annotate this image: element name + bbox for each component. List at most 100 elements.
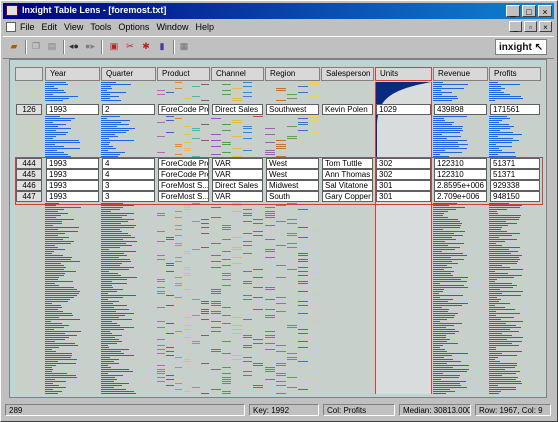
table-cell[interactable]: 4: [102, 158, 155, 169]
table-cell[interactable]: Ann Thomas: [322, 169, 373, 180]
column-salesperson[interactable]: [321, 82, 374, 394]
table-cell[interactable]: 439898: [434, 104, 487, 115]
table-cell[interactable]: Southwest: [266, 104, 319, 115]
table-cell[interactable]: South: [266, 191, 319, 202]
table-cell[interactable]: 948150: [490, 191, 540, 202]
row-index-446[interactable]: 446: [16, 180, 42, 191]
table-cell[interactable]: West: [266, 158, 319, 169]
grid-icon[interactable]: ▦: [177, 40, 191, 53]
column-header-channel[interactable]: Channel: [211, 67, 264, 81]
column-profits[interactable]: [489, 82, 541, 394]
row-index-445[interactable]: 445: [16, 169, 42, 180]
column-units[interactable]: [375, 82, 432, 394]
table-cell[interactable]: 4: [102, 169, 155, 180]
lens-sheet[interactable]: Year Quarter Product Channel Region Salespers…: [15, 65, 545, 395]
table-cell[interactable]: 1029: [376, 104, 431, 115]
table-cell[interactable]: Direct Sales: [212, 180, 263, 191]
table-cell[interactable]: VAR: [212, 191, 263, 202]
doc-restore-button[interactable]: ▫: [524, 21, 537, 32]
menu-edit[interactable]: Edit: [42, 22, 58, 32]
table-cell[interactable]: West: [266, 169, 319, 180]
table-cell[interactable]: 302: [376, 169, 431, 180]
copy-icon[interactable]: ❐: [29, 40, 43, 53]
value-bar: [45, 261, 80, 262]
table-cell[interactable]: 3: [102, 191, 155, 202]
menu-tools[interactable]: Tools: [90, 22, 111, 32]
table-cell[interactable]: ForeCode Pro: [158, 158, 209, 169]
document-icon[interactable]: [6, 22, 16, 32]
table-cell[interactable]: 3: [102, 180, 155, 191]
column-header-quarter[interactable]: Quarter: [101, 67, 156, 81]
table-cell[interactable]: Kevin Polen: [322, 104, 373, 115]
table-cell[interactable]: 1993: [46, 180, 99, 191]
table-cell[interactable]: VAR: [212, 169, 263, 180]
table-cell[interactable]: Gary Copper: [322, 191, 373, 202]
close-button[interactable]: ×: [538, 5, 552, 17]
filter-icon[interactable]: ✂: [123, 40, 137, 53]
doc-close-button[interactable]: ×: [539, 21, 552, 32]
table-cell[interactable]: 122310: [434, 169, 487, 180]
zoom-icon[interactable]: ▣: [107, 40, 121, 53]
table-cell[interactable]: ForeCode Pro: [158, 169, 209, 180]
table-cell[interactable]: 929338: [490, 180, 540, 191]
column-region[interactable]: [265, 82, 320, 394]
minimize-button[interactable]: _: [506, 5, 520, 17]
column-product[interactable]: [157, 82, 210, 394]
menu-help[interactable]: Help: [195, 22, 214, 32]
app-icon[interactable]: [6, 5, 18, 16]
column-channel[interactable]: [211, 82, 264, 394]
value-bar: [101, 92, 126, 93]
value-bar: [101, 351, 121, 352]
table-cell[interactable]: VAR: [212, 158, 263, 169]
table-cell[interactable]: 122310: [434, 158, 487, 169]
title-bar[interactable]: Inxight Table Lens - [foremost.txt] _ □ …: [3, 3, 554, 19]
value-bar: [433, 325, 454, 326]
table-cell[interactable]: ForeMost S...: [158, 191, 209, 202]
table-cell[interactable]: Tom Tuttle: [322, 158, 373, 169]
table-cell[interactable]: 302: [376, 158, 431, 169]
column-quarter[interactable]: [101, 82, 156, 394]
menu-file[interactable]: File: [20, 22, 35, 32]
table-cell[interactable]: 1993: [46, 191, 99, 202]
row-index-447[interactable]: 447: [16, 191, 42, 202]
column-header-product[interactable]: Product: [157, 67, 210, 81]
menu-options[interactable]: Options: [118, 22, 149, 32]
column-year[interactable]: [45, 82, 100, 394]
table-cell[interactable]: Midwest: [266, 180, 319, 191]
back-arrow-icon[interactable]: ◂●: [67, 40, 81, 53]
paste-icon[interactable]: ▤: [45, 40, 59, 53]
column-header-revenue[interactable]: Revenue: [433, 67, 488, 81]
table-cell[interactable]: 2: [102, 104, 155, 115]
menu-view[interactable]: View: [64, 22, 83, 32]
table-cell[interactable]: 1993: [46, 158, 99, 169]
table-cell[interactable]: ForeMost S...: [158, 180, 209, 191]
table-cell[interactable]: 1993: [46, 169, 99, 180]
forward-arrow-icon[interactable]: ●▸: [83, 40, 97, 53]
row-index-126[interactable]: 126: [16, 104, 42, 115]
maximize-button[interactable]: □: [522, 5, 536, 17]
table-cell[interactable]: 51371: [490, 169, 540, 180]
table-cell[interactable]: 2.8595e+006: [434, 180, 487, 191]
table-lens-view[interactable]: Year Quarter Product Channel Region Salespers…: [9, 59, 547, 398]
doc-minimize-button[interactable]: _: [509, 21, 522, 32]
column-revenue[interactable]: [433, 82, 488, 394]
table-cell[interactable]: 171561: [490, 104, 540, 115]
column-header-region[interactable]: Region: [265, 67, 320, 81]
column-header-profits[interactable]: Profits: [489, 67, 541, 81]
column-header-salesperson[interactable]: Salesperson: [321, 67, 374, 81]
table-cell[interactable]: 301: [376, 191, 431, 202]
column-header-year[interactable]: Year: [45, 67, 100, 81]
row-index-444[interactable]: 444: [16, 158, 42, 169]
open-folder-icon[interactable]: ▰: [7, 40, 21, 53]
table-cell[interactable]: 2.709e+006: [434, 191, 487, 202]
spotlight-icon[interactable]: ▮: [155, 40, 169, 53]
table-cell[interactable]: 301: [376, 180, 431, 191]
sort-icon[interactable]: ✱: [139, 40, 153, 53]
table-cell[interactable]: 1993: [46, 104, 99, 115]
table-cell[interactable]: ForeCode Pro: [158, 104, 209, 115]
menu-window[interactable]: Window: [156, 22, 188, 32]
table-cell[interactable]: Sal Vitatone: [322, 180, 373, 191]
table-cell[interactable]: 51371: [490, 158, 540, 169]
column-header-units[interactable]: Units: [375, 67, 432, 81]
table-cell[interactable]: Direct Sales: [212, 104, 263, 115]
